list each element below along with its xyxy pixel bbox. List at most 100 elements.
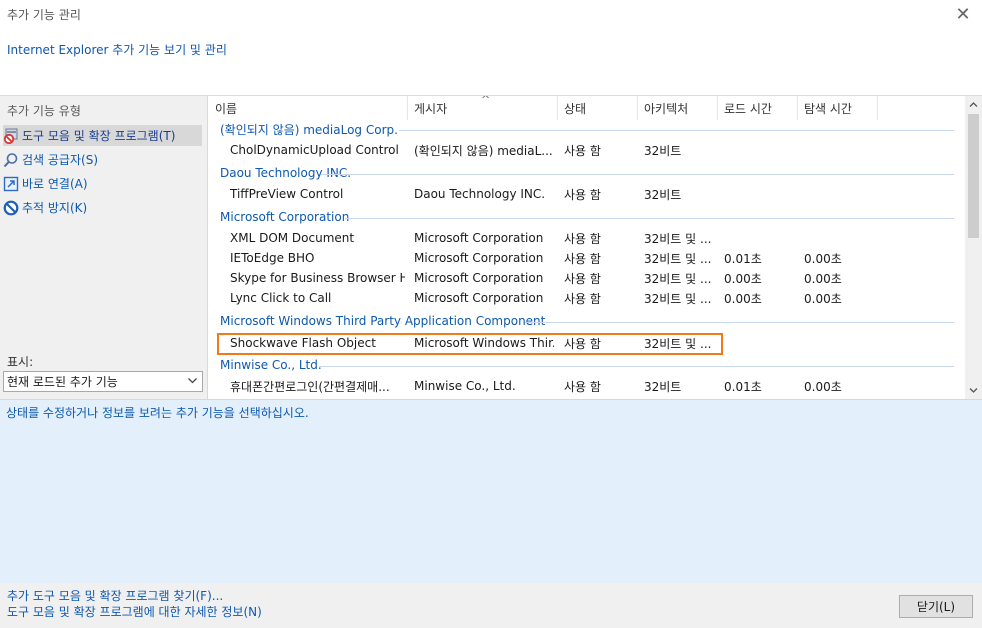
- cell-load-time: 0.00초: [724, 271, 762, 286]
- cell-navigation-time: [804, 333, 876, 353]
- addon-type-label: 추적 방지(K): [22, 201, 88, 215]
- show-filter-dropdown[interactable]: 현재 로드된 추가 기능: [3, 371, 203, 392]
- cell-architecture: 32비트: [644, 187, 682, 202]
- group-header: Microsoft Windows Third Party Applicatio…: [220, 314, 546, 328]
- cell-publisher: Daou Technology INC.: [414, 187, 546, 201]
- cell-status: 사용 함: [564, 336, 601, 351]
- cell-status: 사용 함: [564, 187, 601, 202]
- show-filter-value: 현재 로드된 추가 기능: [7, 375, 118, 389]
- column-header-architecture[interactable]: 아키텍처: [638, 96, 718, 120]
- cell-navigation-time: 0.00초: [804, 291, 842, 306]
- cell-load-time: 0.01초: [724, 379, 762, 394]
- cell-name: Lync Click to Call: [230, 291, 332, 305]
- accelerator-icon: [3, 176, 19, 192]
- cell-architecture: 32비트 및 ...: [644, 251, 712, 266]
- toolbar-extension-icon: [3, 128, 19, 144]
- cell-navigation-time: [804, 184, 876, 204]
- addon-list: 이름 게시자 상태 아키텍처 로드 시간 탐색 시간 ^ (확인되지 않음) m…: [209, 96, 982, 399]
- tracking-protection-icon: [3, 200, 19, 216]
- cell-navigation-time: [804, 140, 876, 160]
- table-row[interactable]: 휴대폰간편로그인(간편결제매... Minwise Co., Ltd. 사용 함…: [209, 376, 965, 396]
- cell-load-time: [724, 140, 796, 160]
- scroll-down-arrow-icon[interactable]: [965, 382, 982, 399]
- table-row[interactable]: TiffPreView Control Daou Technology INC.…: [209, 184, 965, 204]
- details-text: 상태를 수정하거나 정보를 보려는 추가 기능을 선택하십시오.: [6, 406, 309, 420]
- close-button[interactable]: 닫기(L): [899, 595, 973, 618]
- cell-name: 휴대폰간편로그인(간편결제매...: [230, 379, 390, 394]
- cell-name: Skype for Business Browser He...: [230, 271, 405, 285]
- cell-architecture: 32비트 및 ...: [644, 291, 712, 306]
- cell-name: Shockwave Flash Object: [230, 336, 376, 350]
- addon-type-label: 도구 모음 및 확장 프로그램(T): [22, 129, 176, 143]
- cell-architecture: 32비트: [644, 379, 682, 394]
- cell-name: XML DOM Document: [230, 231, 355, 245]
- addon-type-tracking-protection[interactable]: 추적 방지(K): [3, 197, 202, 218]
- cell-publisher: (확인되지 않음) mediaL...: [414, 143, 553, 158]
- group-header: (확인되지 않음) mediaLog Corp.: [220, 122, 398, 137]
- addon-type-toolbars-extensions[interactable]: 도구 모음 및 확장 프로그램(T): [3, 125, 202, 146]
- column-header-navigation-time[interactable]: 탐색 시간: [798, 96, 878, 120]
- scrollbar-thumb[interactable]: [968, 114, 979, 238]
- addon-type-label: 검색 공급자(S): [22, 153, 98, 167]
- cell-architecture: 32비트: [644, 143, 682, 158]
- cell-status: 사용 함: [564, 291, 601, 306]
- cell-load-time: [724, 228, 796, 248]
- table-row[interactable]: Lync Click to Call Microsoft Corporation…: [209, 288, 965, 308]
- group-header: Daou Technology INC.: [220, 166, 352, 180]
- close-icon[interactable]: ✕: [950, 2, 976, 26]
- group-divider: [319, 366, 954, 367]
- table-row[interactable]: Skype for Business Browser He... Microso…: [209, 268, 965, 288]
- cell-load-time: 0.01초: [724, 251, 762, 266]
- cell-publisher: Microsoft Corporation: [414, 271, 544, 285]
- column-header-status[interactable]: 상태: [558, 96, 638, 120]
- column-header-name[interactable]: 이름: [209, 96, 408, 120]
- cell-name: TiffPreView Control: [230, 187, 344, 201]
- header-link: Internet Explorer 추가 기능 보기 및 관리: [7, 43, 227, 57]
- cell-publisher: Minwise Co., Ltd.: [414, 379, 516, 393]
- group-divider: [525, 322, 954, 323]
- cell-name: CholDynamicUpload Control: [230, 143, 399, 157]
- addon-types-heading: 추가 기능 유형: [7, 104, 81, 118]
- learn-more-toolbars-link[interactable]: 도구 모음 및 확장 프로그램에 대한 자세한 정보(N): [7, 603, 262, 620]
- addon-type-accelerators[interactable]: 바로 연결(A): [3, 173, 202, 194]
- find-more-toolbars-link[interactable]: 추가 도구 모음 및 확장 프로그램 찾기(F)...: [7, 587, 223, 604]
- cell-status: 사용 함: [564, 231, 601, 246]
- vertical-scrollbar[interactable]: [965, 96, 982, 399]
- cell-status: 사용 함: [564, 251, 601, 266]
- table-row[interactable]: Shockwave Flash Object Microsoft Windows…: [209, 333, 965, 353]
- cell-name: IEToEdge BHO: [230, 251, 315, 265]
- scroll-up-arrow-icon[interactable]: [965, 96, 982, 113]
- search-icon: [3, 152, 19, 168]
- sort-arrow-icon: ^: [481, 96, 491, 106]
- group-header: Microsoft Corporation: [220, 210, 350, 224]
- cell-publisher: Microsoft Corporation: [414, 291, 544, 305]
- addon-type-search-providers[interactable]: 검색 공급자(S): [3, 149, 202, 170]
- addon-types-pane: 추가 기능 유형 도구 모음 및 확장 프로그램(T) 검색 공급자(S) 바로…: [0, 96, 208, 399]
- cell-load-time: [724, 184, 796, 204]
- cell-architecture: 32비트 및 ...: [644, 271, 712, 286]
- table-row[interactable]: XML DOM Document Microsoft Corporation 사…: [209, 228, 965, 248]
- cell-load-time: [724, 333, 796, 353]
- group-header: Minwise Co., Ltd.: [220, 358, 322, 372]
- cell-publisher: Microsoft Windows Thir...: [414, 336, 554, 350]
- cell-navigation-time: 0.00초: [804, 251, 842, 266]
- cell-status: 사용 함: [564, 379, 601, 394]
- cell-publisher: Microsoft Corporation: [414, 251, 544, 265]
- cell-status: 사용 함: [564, 143, 601, 158]
- title-bar: 추가 기능 관리 ✕: [0, 0, 982, 30]
- group-divider: [399, 130, 954, 131]
- addon-manager-window: 추가 기능 관리 ✕ Internet Explorer 추가 기능 보기 및 …: [0, 0, 982, 628]
- cell-status: 사용 함: [564, 271, 601, 286]
- window-title: 추가 기능 관리: [7, 8, 81, 22]
- cell-architecture: 32비트 및 ...: [644, 336, 712, 351]
- column-header-load-time[interactable]: 로드 시간: [718, 96, 798, 120]
- details-pane: 상태를 수정하거나 정보를 보려는 추가 기능을 선택하십시오.: [0, 399, 982, 583]
- table-row[interactable]: CholDynamicUpload Control (확인되지 않음) medi…: [209, 140, 965, 160]
- footer: 추가 도구 모음 및 확장 프로그램 찾기(F)... 도구 모음 및 확장 프…: [0, 583, 982, 628]
- addon-type-label: 바로 연결(A): [22, 177, 88, 191]
- group-divider: [345, 218, 954, 219]
- chevron-down-icon: [187, 375, 198, 389]
- cell-architecture: 32비트 및 ...: [644, 231, 712, 246]
- group-divider: [321, 174, 954, 175]
- table-row[interactable]: IEToEdge BHO Microsoft Corporation 사용 함 …: [209, 248, 965, 268]
